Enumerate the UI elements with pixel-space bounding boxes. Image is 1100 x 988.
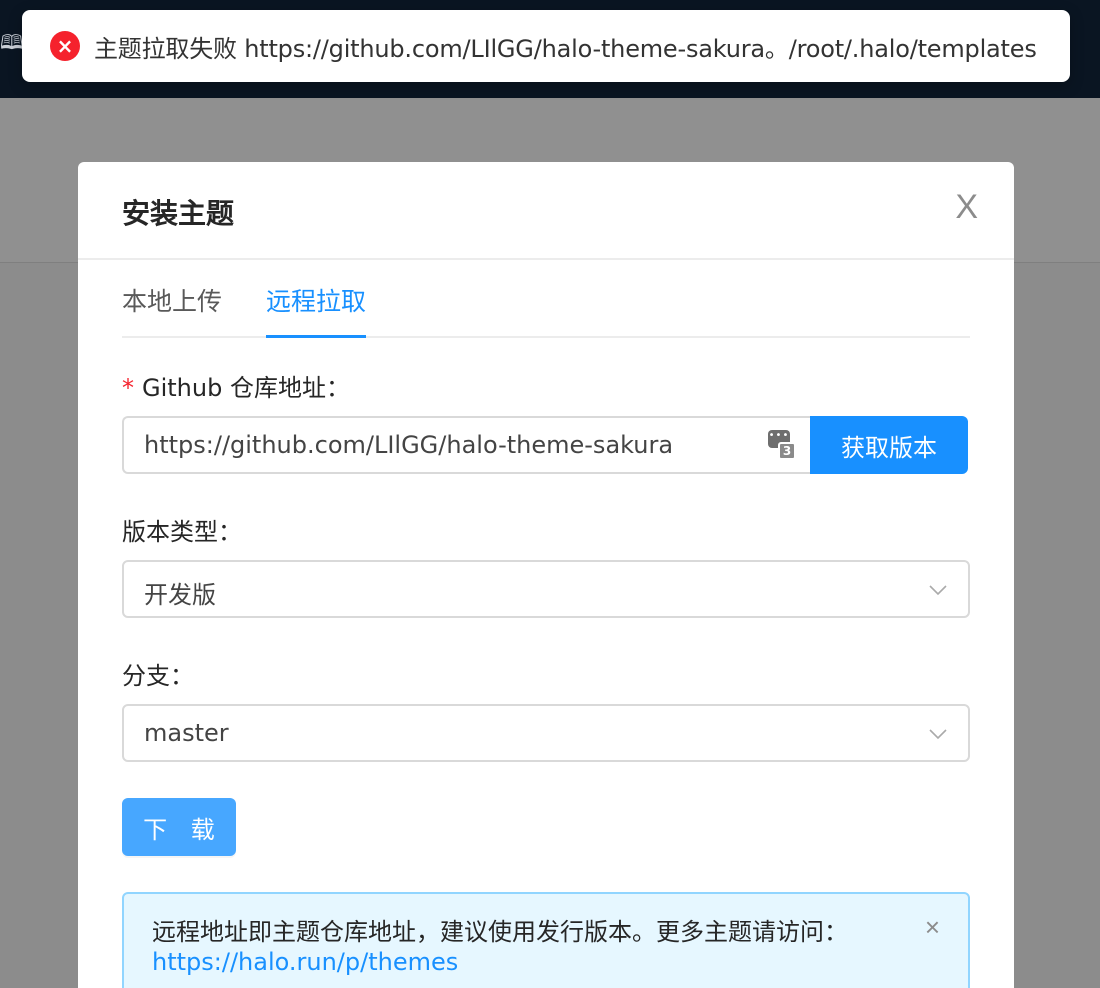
chevron-down-icon: [929, 585, 947, 596]
required-mark: *: [122, 374, 134, 402]
chevron-down-icon: [929, 729, 947, 740]
active-tab-indicator: [266, 335, 366, 338]
modal-title: 安装主题: [122, 197, 235, 230]
close-icon[interactable]: X: [955, 190, 978, 224]
info-alert: 远程地址即主题仓库地址，建议使用发行版本。更多主题请访问： https://ha…: [122, 892, 970, 988]
branch-value: master: [144, 719, 229, 747]
password-manager-icon[interactable]: ••• 3: [768, 430, 796, 462]
badge-count: 3: [778, 442, 796, 460]
error-circle-icon: ×: [50, 31, 80, 61]
branch-label: 分支：: [122, 662, 194, 690]
version-type-label: 版本类型：: [122, 518, 242, 546]
error-toast: × 主题拉取失败 https://github.com/LIlGG/halo-t…: [22, 10, 1070, 82]
fetch-versions-button[interactable]: 获取版本: [810, 416, 968, 474]
repo-label: * Github 仓库地址：: [122, 368, 350, 403]
repo-label-text: Github 仓库地址：: [142, 374, 350, 402]
install-theme-modal: 安装主题 X 本地上传 远程拉取 * Github 仓库地址： https://g…: [78, 162, 1014, 988]
download-button[interactable]: 下 载: [122, 798, 236, 856]
version-type-select[interactable]: 开发版: [122, 560, 970, 618]
tab-local-upload[interactable]: 本地上传: [122, 282, 222, 318]
repo-url-input[interactable]: https://github.com/LIlGG/halo-theme-saku…: [122, 416, 812, 474]
close-icon[interactable]: ×: [925, 912, 940, 943]
toast-message: 主题拉取失败 https://github.com/LIlGG/halo-the…: [94, 34, 1037, 63]
alert-text: 远程地址即主题仓库地址，建议使用发行版本。更多主题请访问：: [152, 918, 848, 946]
book-icon: 🕮: [0, 30, 24, 54]
version-type-value: 开发版: [144, 581, 216, 609]
themes-link[interactable]: https://halo.run/p/themes: [152, 948, 458, 976]
modal-header: 安装主题 X: [78, 162, 1014, 260]
branch-select[interactable]: master: [122, 704, 970, 762]
tab-remote-pull[interactable]: 远程拉取: [266, 282, 366, 318]
tabs: 本地上传 远程拉取: [122, 260, 970, 338]
